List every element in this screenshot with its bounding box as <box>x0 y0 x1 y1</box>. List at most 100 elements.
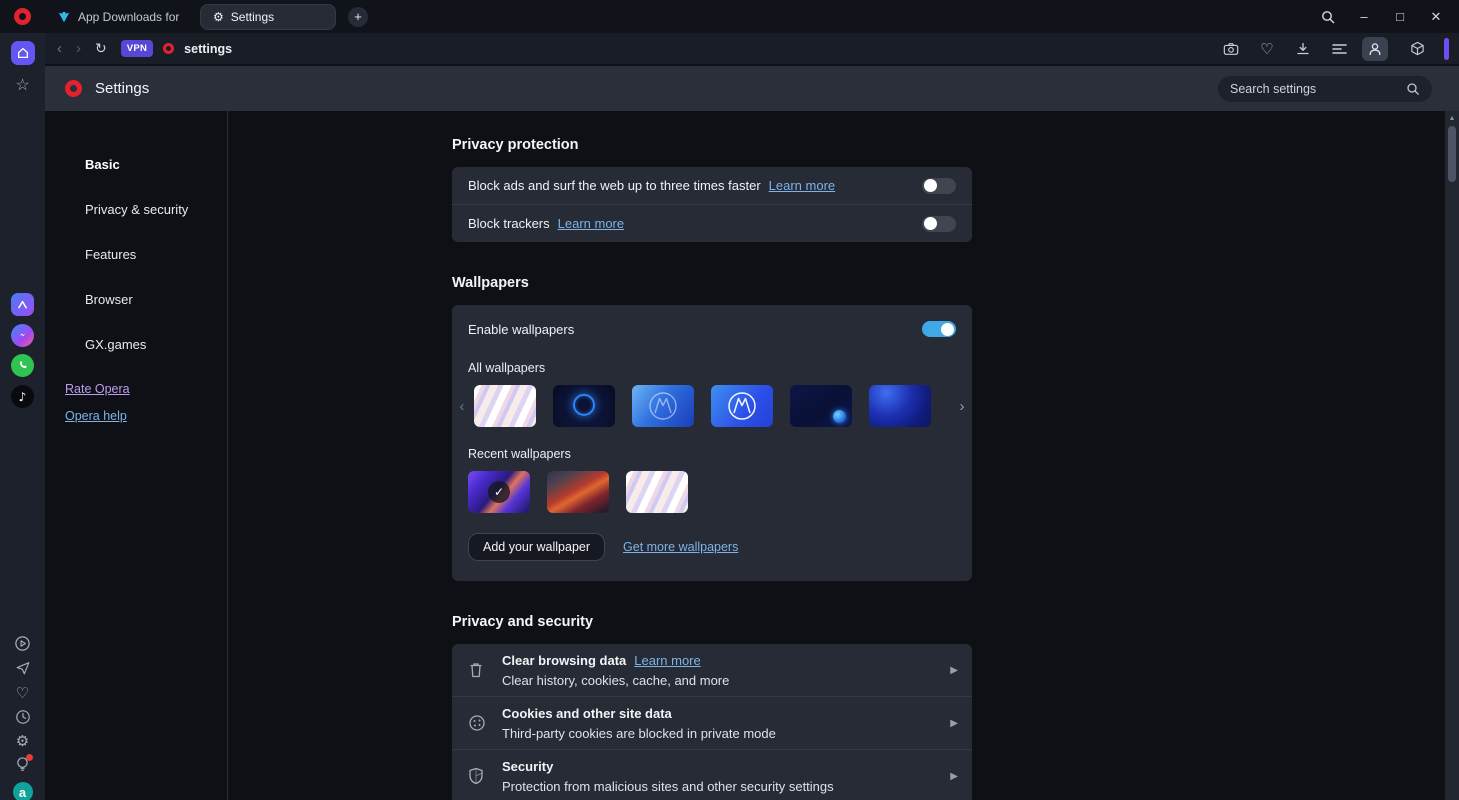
search-icon[interactable] <box>1321 10 1335 24</box>
notification-dot <box>26 754 33 761</box>
tab-strip: App Downloads for Wind ⚙ Settings + <box>45 4 368 30</box>
tab-settings[interactable]: ⚙ Settings <box>200 4 336 30</box>
new-tab-button[interactable]: + <box>348 7 368 27</box>
get-more-wallpapers-link[interactable]: Get more wallpapers <box>623 540 738 554</box>
paper-plane-icon <box>15 660 31 676</box>
nav-item-basic[interactable]: Basic <box>85 157 227 172</box>
sidebar-favorites-button[interactable]: ♡ <box>0 684 45 702</box>
vpn-badge[interactable]: VPN <box>121 40 153 57</box>
sidebar: ☆ ♪ <box>0 33 45 800</box>
play-circle-icon <box>14 635 31 652</box>
security-row[interactable]: Security Protection from malicious sites… <box>452 750 972 800</box>
privacy-protection-card: Block ads and surf the web up to three t… <box>452 167 972 242</box>
wallpaper-thumb-race-car[interactable] <box>547 471 609 513</box>
opera-menu-button[interactable] <box>0 8 45 25</box>
chevron-right-icon[interactable]: › <box>956 398 968 415</box>
address-text[interactable]: settings <box>184 42 232 56</box>
enable-wallpapers-toggle[interactable] <box>922 321 956 337</box>
wallpaper-thumb-pastel-stripes[interactable] <box>474 385 536 427</box>
sidebar-whats-new-button[interactable] <box>0 756 45 773</box>
wallpaper-actions: Add your wallpaper Get more wallpapers <box>452 513 972 565</box>
cube-icon <box>1410 41 1425 56</box>
nav-item-gx-games[interactable]: GX.games <box>85 337 227 352</box>
tab-bar: App Downloads for Wind ⚙ Settings + – □ … <box>0 0 1459 33</box>
reload-button[interactable]: ↻ <box>95 41 107 57</box>
clear-browsing-data-row[interactable]: Clear browsing dataLearn more Clear hist… <box>452 644 972 696</box>
tab-app-downloads[interactable]: App Downloads for Wind <box>45 4 194 30</box>
sidebar-history-button[interactable] <box>0 709 45 725</box>
opera-logo-icon <box>65 80 82 97</box>
sidebar-messenger-button[interactable] <box>0 324 45 347</box>
settings-search[interactable] <box>1218 76 1432 102</box>
person-icon <box>1368 42 1382 56</box>
add-wallpaper-button[interactable]: Add your wallpaper <box>468 533 605 561</box>
block-ads-label: Block ads and surf the web up to three t… <box>468 178 761 193</box>
minimize-button[interactable]: – <box>1357 9 1371 24</box>
row-subtitle: Third-party cookies are blocked in priva… <box>502 726 942 741</box>
list-lines-icon <box>1332 43 1347 55</box>
aria-icon <box>11 293 34 316</box>
row-title: Security <box>502 759 553 774</box>
downloads-button[interactable] <box>1290 37 1316 61</box>
opera-logo-icon <box>14 8 31 25</box>
maximize-button[interactable]: □ <box>1393 9 1407 24</box>
extensions-cube-button[interactable] <box>1404 37 1430 61</box>
page-scrollbar[interactable]: ▲ <box>1445 111 1459 800</box>
wallpaper-thumb-dark-globe[interactable] <box>790 385 852 427</box>
learn-more-link[interactable]: Learn more <box>769 178 835 193</box>
close-button[interactable]: ✕ <box>1429 9 1443 25</box>
amazon-icon: a <box>13 782 33 800</box>
cookies-row[interactable]: Cookies and other site data Third-party … <box>452 697 972 749</box>
nav-item-browser[interactable]: Browser <box>85 292 227 307</box>
sidebar-tiktok-button[interactable]: ♪ <box>0 385 45 408</box>
profile-button[interactable] <box>1362 37 1388 61</box>
wallpaper-thumb-blue-swirl[interactable] <box>869 385 931 427</box>
easy-setup-button[interactable] <box>1326 37 1352 61</box>
block-trackers-row: Block trackers Learn more <box>452 205 972 242</box>
sidebar-settings-button[interactable]: ⚙ <box>0 732 45 750</box>
wallpaper-thumb-purple-swirl-selected[interactable]: ✓ <box>468 471 530 513</box>
uptodown-favicon-icon <box>57 10 71 24</box>
wallpaper-thumb-mountain-light[interactable] <box>632 385 694 427</box>
toggle-knob <box>941 323 954 336</box>
enable-wallpapers-row: Enable wallpapers <box>452 305 972 353</box>
learn-more-link[interactable]: Learn more <box>634 653 700 668</box>
tab-title: Settings <box>231 10 274 24</box>
section-heading-wallpapers: Wallpapers <box>452 275 972 291</box>
bookmark-heart-button[interactable]: ♡ <box>1254 37 1280 61</box>
block-trackers-toggle[interactable] <box>922 216 956 232</box>
wallpaper-thumb-mountain-bright[interactable] <box>711 385 773 427</box>
sidebar-flow-button[interactable] <box>0 660 45 676</box>
sidebar-amazon-button[interactable]: a <box>0 782 45 800</box>
chevron-left-icon[interactable]: ‹ <box>456 398 468 415</box>
wallpaper-thumb-glowing-ring[interactable] <box>553 385 615 427</box>
learn-more-link[interactable]: Learn more <box>558 216 624 231</box>
gear-icon: ⚙ <box>16 732 29 750</box>
sidebar-aria-button[interactable] <box>0 293 45 316</box>
sidebar-bookmarks-button[interactable]: ☆ <box>0 75 45 95</box>
scrollbar-up-arrow[interactable]: ▲ <box>1445 111 1459 122</box>
trash-icon <box>468 661 502 679</box>
sidebar-player-button[interactable] <box>0 635 45 652</box>
nav-item-privacy-security[interactable]: Privacy & security <box>85 202 227 217</box>
forward-button[interactable]: › <box>76 41 81 56</box>
ring-graphic <box>573 394 595 416</box>
back-button[interactable]: ‹ <box>57 41 62 56</box>
sidebar-home-button[interactable] <box>0 41 45 65</box>
wallpaper-thumb-pastel-stripes[interactable] <box>626 471 688 513</box>
settings-search-input[interactable] <box>1230 82 1406 96</box>
cookie-icon <box>468 714 502 732</box>
opera-help-link[interactable]: Opera help <box>65 409 227 423</box>
snapshot-button[interactable] <box>1218 37 1244 61</box>
recent-wallpapers: ✓ <box>452 471 972 513</box>
rate-opera-link[interactable]: Rate Opera <box>65 382 227 396</box>
shield-icon <box>468 767 502 785</box>
settings-page: Settings Basic Privacy & security Featur… <box>45 64 1459 800</box>
sidebar-whatsapp-button[interactable] <box>0 354 45 377</box>
nav-item-features[interactable]: Features <box>85 247 227 262</box>
sidebar-panel-indicator[interactable] <box>1444 38 1449 60</box>
row-subtitle: Clear history, cookies, cache, and more <box>502 673 942 688</box>
section-heading-privacy-security: Privacy and security <box>452 614 972 630</box>
block-ads-toggle[interactable] <box>922 178 956 194</box>
scrollbar-thumb[interactable] <box>1448 126 1456 182</box>
